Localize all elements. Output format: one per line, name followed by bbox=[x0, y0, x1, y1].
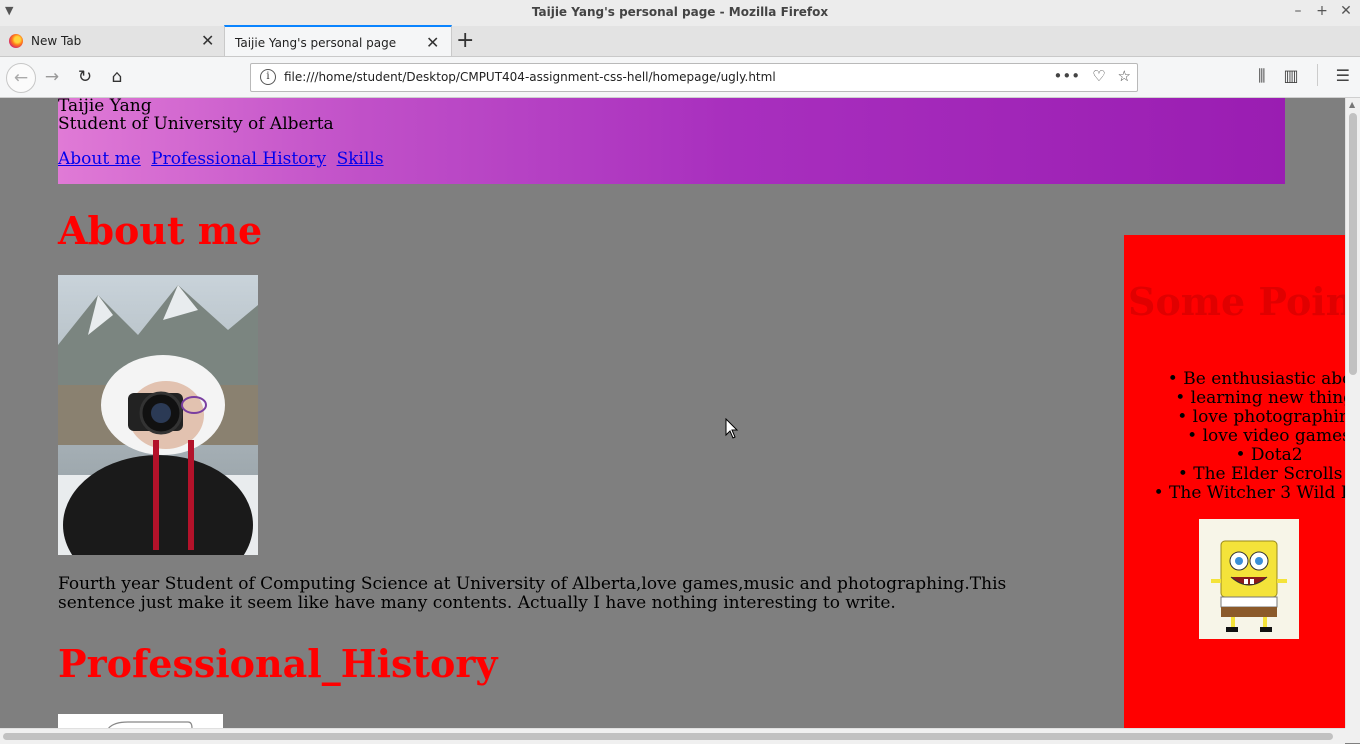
minimize-icon[interactable]: – bbox=[1292, 3, 1304, 19]
menu-icon[interactable]: ☰ bbox=[1336, 66, 1350, 86]
horizontal-scrollbar[interactable] bbox=[0, 728, 1345, 744]
nav-link-professional-history[interactable]: Professional History bbox=[151, 149, 326, 169]
aside-heading: Some Points bbox=[1128, 279, 1345, 324]
home-button[interactable]: ⌂ bbox=[103, 63, 131, 91]
about-heading: About me bbox=[58, 208, 263, 253]
url-text[interactable]: file:///home/student/Desktop/CMPUT404-as… bbox=[284, 70, 776, 84]
url-actions: ••• ♡ ☆ bbox=[1054, 67, 1131, 85]
toolbar-right: ⫼ ▥ ☰ bbox=[1258, 64, 1350, 86]
tab-close-icon[interactable]: ✕ bbox=[426, 33, 439, 52]
list-item-continuation: learning new things bbox=[1190, 388, 1345, 408]
spongebob-image bbox=[1199, 519, 1299, 639]
vertical-scrollbar[interactable]: ▲ bbox=[1345, 98, 1360, 728]
page-viewport: Taijie Yang Student of University of Alb… bbox=[0, 98, 1345, 728]
more-actions-icon[interactable]: ••• bbox=[1054, 67, 1081, 85]
list-item: Be enthusiastic about bbox=[1124, 370, 1345, 389]
navigation-toolbar: ← → ↻ ⌂ i file:///home/student/Desktop/C… bbox=[0, 57, 1360, 98]
tab-label: New Tab bbox=[31, 34, 82, 48]
url-bar[interactable]: i file:///home/student/Desktop/CMPUT404-… bbox=[250, 63, 1138, 92]
scroll-up-icon[interactable]: ▲ bbox=[1349, 100, 1355, 109]
tab-label: Taijie Yang's personal page bbox=[235, 36, 397, 50]
new-tab-button[interactable]: + bbox=[456, 28, 474, 53]
bookmark-star-icon[interactable]: ☆ bbox=[1118, 67, 1131, 85]
window-title: Taijie Yang's personal page - Mozilla Fi… bbox=[531, 5, 829, 19]
tab-personal-page[interactable]: Taijie Yang's personal page ✕ bbox=[224, 25, 452, 56]
page-header: Taijie Yang Student of University of Alb… bbox=[58, 98, 1285, 184]
nav-link-skills[interactable]: Skills bbox=[337, 149, 384, 169]
vertical-scroll-thumb[interactable] bbox=[1349, 113, 1357, 375]
pocket-icon[interactable]: ♡ bbox=[1092, 67, 1105, 85]
forward-button[interactable]: → bbox=[38, 63, 66, 91]
list-item: learning new things bbox=[1124, 389, 1345, 408]
reload-button[interactable]: ↻ bbox=[71, 63, 99, 91]
mouse-cursor-icon bbox=[725, 418, 739, 439]
list-item: love photographing bbox=[1124, 408, 1345, 427]
about-text: Fourth year Student of Computing Science… bbox=[58, 574, 1007, 613]
info-icon[interactable]: i bbox=[260, 69, 276, 85]
nav-link-about-me[interactable]: About me bbox=[58, 149, 141, 169]
maximize-icon[interactable]: + bbox=[1316, 3, 1328, 19]
points-list: Be enthusiastic about learning new thing… bbox=[1124, 370, 1345, 503]
professional-history-heading: Professional_History bbox=[58, 641, 498, 686]
back-button[interactable]: ← bbox=[6, 63, 36, 93]
window-controls: – + ✕ bbox=[1292, 3, 1352, 19]
header-nav: About me Professional History Skills bbox=[58, 149, 389, 169]
window-titlebar: ▼ Taijie Yang's personal page - Mozilla … bbox=[0, 0, 1360, 27]
list-item: The Elder Scrolls V bbox=[1124, 465, 1345, 484]
header-subtitle: Student of University of Alberta bbox=[58, 114, 334, 134]
toolbar-separator bbox=[1316, 64, 1318, 86]
tab-close-icon[interactable]: ✕ bbox=[201, 31, 214, 50]
some-points-aside: Some Points Be enthusiastic about learni… bbox=[1124, 235, 1345, 728]
tab-strip: New Tab ✕ Taijie Yang's personal page ✕ … bbox=[0, 25, 1360, 57]
library-icon[interactable]: ⫼ bbox=[1258, 66, 1265, 86]
horizontal-scroll-thumb[interactable] bbox=[3, 733, 1333, 740]
window-close-icon[interactable]: ✕ bbox=[1340, 3, 1352, 19]
history-image bbox=[58, 714, 223, 728]
list-item: Dota2 bbox=[1124, 446, 1345, 465]
profile-photo bbox=[58, 275, 258, 555]
scrollbar-corner bbox=[1345, 728, 1360, 743]
firefox-icon bbox=[9, 34, 23, 48]
list-item: The Witcher 3 Wild Hunt bbox=[1124, 484, 1345, 503]
tab-new-tab[interactable]: New Tab ✕ bbox=[0, 26, 224, 56]
list-item: love video games bbox=[1124, 427, 1345, 446]
sidebar-icon[interactable]: ▥ bbox=[1284, 66, 1299, 86]
